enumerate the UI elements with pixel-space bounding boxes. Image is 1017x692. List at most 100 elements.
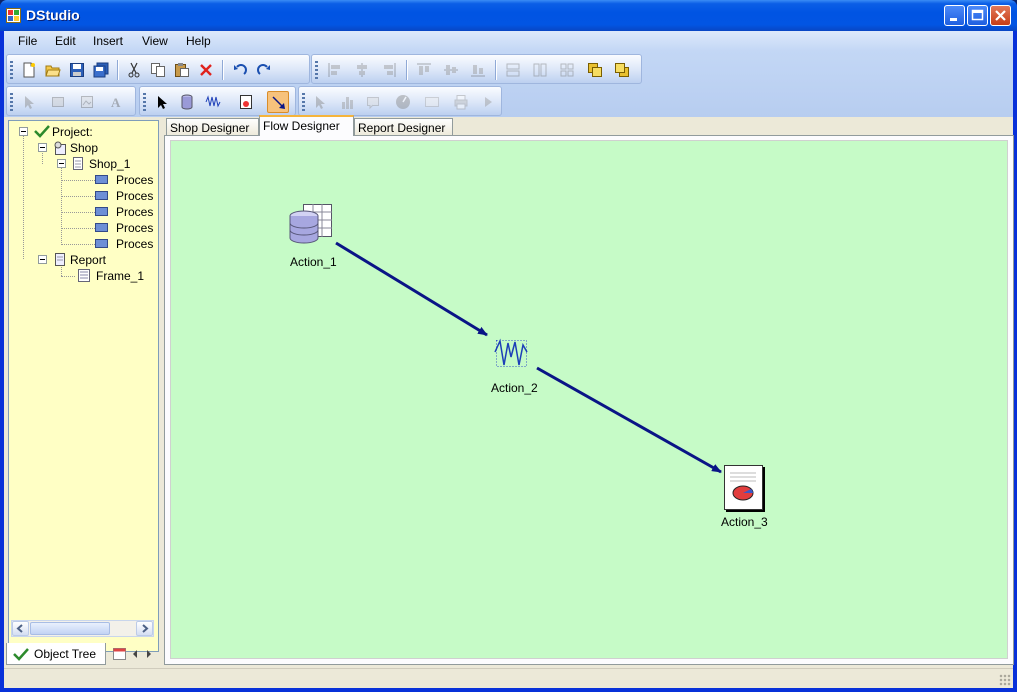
align-top-button[interactable]	[413, 59, 435, 81]
chevron-right-icon	[142, 624, 149, 633]
toolbar-grip[interactable]	[315, 61, 318, 79]
image-tool-button[interactable]	[76, 91, 98, 113]
flow-canvas[interactable]: Action_1 Action_2 Action_3	[170, 140, 1008, 659]
tab-shop-designer[interactable]: Shop Designer	[166, 118, 259, 136]
save-button[interactable]	[66, 59, 88, 81]
print-tool-button[interactable]	[450, 91, 472, 113]
menu-view[interactable]: View	[142, 34, 168, 48]
flow-tools-toolbar	[139, 86, 296, 116]
rectangle-tool-button[interactable]	[47, 91, 69, 113]
tree-node-label: Shop_1	[89, 157, 131, 171]
gauge-tool-button[interactable]	[392, 91, 414, 113]
tree-horizontal-scrollbar[interactable]	[11, 620, 154, 637]
toolbar-grip[interactable]	[10, 61, 13, 79]
align-bottom-button[interactable]	[467, 59, 489, 81]
report-tool-button[interactable]	[235, 91, 257, 113]
undo-button[interactable]	[229, 59, 251, 81]
bar-chart-icon	[342, 97, 353, 109]
menu-file[interactable]: File	[18, 34, 37, 48]
tree-node-process[interactable]: Proces	[95, 188, 157, 204]
connection-action2-action3[interactable]	[536, 366, 722, 474]
open-button[interactable]	[42, 59, 64, 81]
toolbar-grip[interactable]	[302, 93, 305, 111]
collapse-icon[interactable]	[38, 143, 47, 152]
bar-chart-tool-button[interactable]	[337, 91, 359, 113]
page-icon	[73, 157, 83, 170]
menu-edit[interactable]: Edit	[55, 34, 76, 48]
save-all-icon	[93, 62, 109, 78]
scroll-right-button[interactable]	[136, 621, 153, 636]
waveform-icon[interactable]	[493, 337, 531, 371]
connection-action1-action2[interactable]	[335, 241, 488, 337]
object-tree-panel[interactable]: Project: Shop Shop_1 Proces Proces Proce…	[8, 120, 159, 652]
align-middle-icon	[444, 65, 458, 75]
database-tool-button[interactable]	[176, 91, 198, 113]
toolbar-grip[interactable]	[143, 93, 146, 111]
tab-page-icon[interactable]	[112, 647, 128, 661]
collapse-icon[interactable]	[38, 255, 47, 264]
title-bar[interactable]: DStudio	[0, 0, 1017, 31]
bring-front-button[interactable]	[584, 59, 606, 81]
save-all-button[interactable]	[90, 59, 112, 81]
tree-node-shop-1[interactable]: Shop_1	[57, 156, 157, 172]
tree-node-process[interactable]: Proces	[95, 220, 157, 236]
node-label-action-3[interactable]: Action_3	[721, 515, 768, 529]
node-label-action-1[interactable]: Action_1	[290, 255, 337, 269]
label-tool-button[interactable]	[362, 91, 384, 113]
close-button[interactable]	[990, 5, 1011, 26]
save-icon	[70, 63, 84, 77]
align-left-button[interactable]	[324, 59, 346, 81]
tab-scroll-left-icon[interactable]	[131, 649, 139, 659]
minimize-button[interactable]	[944, 5, 965, 26]
tab-flow-designer[interactable]: Flow Designer	[259, 115, 354, 136]
collapse-icon[interactable]	[19, 127, 28, 136]
tree-node-project[interactable]: Project:	[19, 124, 159, 140]
align-middle-button[interactable]	[440, 59, 462, 81]
menu-help[interactable]: Help	[186, 34, 211, 48]
align-center-button[interactable]	[351, 59, 373, 81]
tree-node-process[interactable]: Proces	[95, 204, 157, 220]
tree-line	[61, 180, 95, 181]
flow-pointer-button[interactable]	[151, 91, 173, 113]
report-document-icon[interactable]	[723, 463, 767, 513]
image-icon	[81, 96, 93, 108]
toolbar-grip[interactable]	[10, 93, 13, 111]
paste-button[interactable]	[171, 59, 193, 81]
tree-node-frame-1[interactable]: Frame_1	[76, 268, 156, 284]
run-button[interactable]	[477, 91, 499, 113]
tab-object-tree[interactable]: Object Tree	[6, 643, 106, 665]
play-icon	[485, 97, 492, 107]
menu-insert[interactable]: Insert	[93, 34, 123, 48]
collapse-icon[interactable]	[57, 159, 66, 168]
database-table-icon[interactable]	[287, 203, 335, 251]
same-width-button[interactable]	[502, 59, 524, 81]
report-pointer-button[interactable]	[309, 91, 331, 113]
resize-grip-icon[interactable]	[999, 674, 1011, 686]
tree-node-report[interactable]: Report	[38, 252, 158, 268]
node-label-action-2[interactable]: Action_2	[491, 381, 538, 395]
align-right-button[interactable]	[378, 59, 400, 81]
delete-button[interactable]	[195, 59, 217, 81]
redo-button[interactable]	[253, 59, 275, 81]
same-size-button[interactable]	[556, 59, 578, 81]
svg-text:A: A	[111, 95, 121, 110]
copy-button[interactable]	[147, 59, 169, 81]
tree-node-shop[interactable]: Shop	[38, 140, 158, 156]
tab-report-designer[interactable]: Report Designer	[354, 118, 453, 136]
wave-tool-button[interactable]	[202, 91, 224, 113]
text-tool-button[interactable]: A	[105, 91, 127, 113]
tab-scroll-right-icon[interactable]	[145, 649, 153, 659]
scroll-left-button[interactable]	[12, 621, 29, 636]
process-icon	[95, 223, 108, 232]
cut-button[interactable]	[123, 59, 145, 81]
new-button[interactable]	[18, 59, 40, 81]
send-back-button[interactable]	[611, 59, 633, 81]
same-height-button[interactable]	[529, 59, 551, 81]
tree-node-process[interactable]: Proces	[95, 236, 157, 252]
tree-node-process[interactable]: Proces	[95, 172, 157, 188]
scroll-thumb[interactable]	[30, 622, 110, 635]
box-tool-button[interactable]	[421, 91, 443, 113]
maximize-button[interactable]	[967, 5, 988, 26]
shop-pointer-button[interactable]	[18, 91, 40, 113]
connector-tool-button[interactable]	[267, 91, 289, 113]
